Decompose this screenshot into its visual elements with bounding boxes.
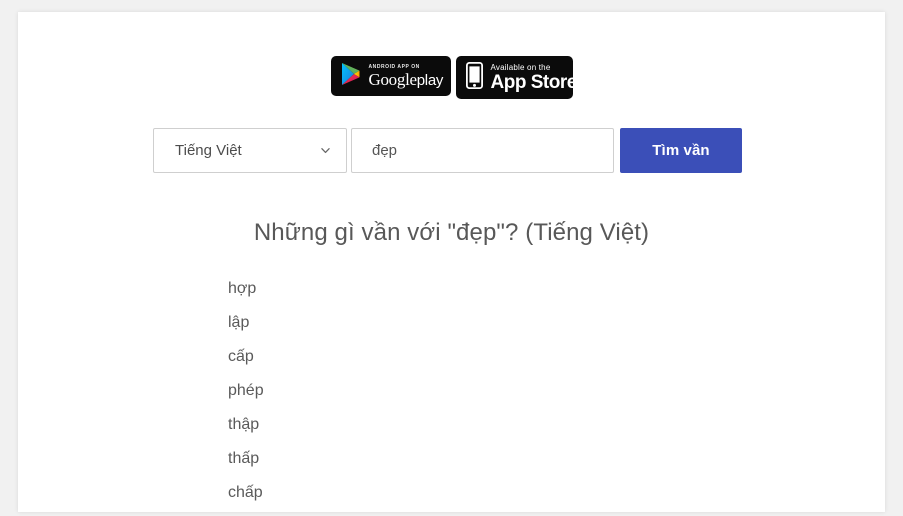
language-select-value: Tiếng Việt bbox=[175, 142, 242, 159]
page-title: Những gì vần với "đẹp"? (Tiếng Việt) bbox=[253, 219, 650, 246]
google-play-top-label: ANDROID APP ON bbox=[368, 63, 420, 70]
google-play-bottom-label: Google bbox=[368, 69, 418, 89]
list-item[interactable]: phép bbox=[228, 380, 264, 414]
language-select[interactable]: Tiếng Việt bbox=[153, 128, 347, 173]
word-input[interactable] bbox=[351, 128, 614, 173]
app-badges: ANDROID APP ON Googleplay Available on t… bbox=[18, 56, 885, 99]
find-rhymes-button[interactable]: Tìm vần bbox=[620, 128, 742, 173]
chevron-down-icon bbox=[321, 146, 330, 155]
list-item[interactable]: lập bbox=[228, 312, 264, 346]
list-item[interactable]: cấp bbox=[228, 346, 264, 380]
page-card: ANDROID APP ON Googleplay Available on t… bbox=[18, 12, 885, 512]
google-play-bottom-label-light: play bbox=[416, 71, 444, 89]
google-play-triangle-icon bbox=[340, 62, 362, 91]
list-item[interactable]: hợp bbox=[228, 278, 264, 312]
app-store-badge[interactable]: Available on the App Store bbox=[455, 56, 577, 99]
iphone-icon bbox=[465, 61, 483, 94]
rhyme-results-list: hợp lập cấp phép thập thấp chấp bbox=[228, 278, 264, 516]
app-store-bottom-label: App Store bbox=[490, 71, 578, 93]
list-item[interactable]: chấp bbox=[228, 482, 264, 516]
list-item[interactable]: thấp bbox=[228, 448, 264, 482]
google-play-badge[interactable]: ANDROID APP ON Googleplay bbox=[330, 56, 451, 96]
app-store-top-label: Available on the bbox=[490, 62, 551, 72]
search-form: Tiếng Việt Tìm vần bbox=[153, 128, 742, 173]
list-item[interactable]: thập bbox=[228, 414, 264, 448]
